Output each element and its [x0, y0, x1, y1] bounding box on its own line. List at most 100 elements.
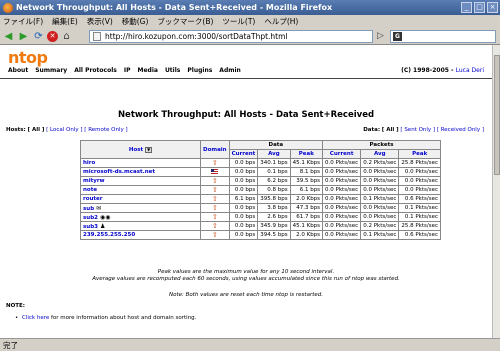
- menu-about[interactable]: About: [8, 67, 28, 74]
- note-peak: Peak values are the maximum value for an…: [157, 269, 335, 275]
- menu-all-protocols[interactable]: All Protocols: [74, 67, 117, 74]
- menu-file[interactable]: ファイル(F): [3, 16, 43, 27]
- cell-p_cur: 0.0 Pkts/sec: [322, 221, 362, 231]
- go-icon[interactable]: ▷: [377, 31, 384, 41]
- host-cell[interactable]: hiro: [80, 158, 201, 168]
- menu-view[interactable]: 表示(V): [87, 16, 113, 27]
- host-link[interactable]: 239.255.255.250: [83, 232, 135, 238]
- domain-cell: ⇧: [200, 158, 230, 168]
- home-icon[interactable]: ⌂: [60, 30, 73, 43]
- cell-d_cur: 0.0 bps: [228, 212, 259, 222]
- url-text[interactable]: http://hiro.kozupon.com:3000/sortDataThp…: [105, 32, 288, 41]
- cell-d_cur: 0.0 bps: [228, 185, 259, 195]
- host-link[interactable]: hiro: [83, 160, 95, 166]
- ntop-logo[interactable]: ntop: [8, 48, 48, 67]
- menu-plugins[interactable]: Plugins: [187, 67, 212, 74]
- cell-p_avg: 0.0 Pkts/sec: [360, 176, 400, 186]
- host-link[interactable]: sub2: [83, 215, 98, 221]
- menu-help[interactable]: ヘルプ(H): [264, 16, 298, 27]
- local-domain-icon: ⇧: [211, 185, 218, 194]
- cell-d_avg: 0.8 bps: [257, 185, 291, 195]
- host-cell[interactable]: mityrw: [80, 176, 201, 186]
- url-bar[interactable]: http://hiro.kozupon.com:3000/sortDataThp…: [89, 30, 373, 43]
- host-cell[interactable]: sub2 ◉◉: [80, 212, 201, 222]
- host-link[interactable]: microsoft-ds.mcast.net: [83, 169, 155, 175]
- status-bar: 完了: [0, 338, 500, 351]
- domain-cell: ⇧: [200, 203, 230, 213]
- cell-d_peak: 45.1 Kbps: [289, 221, 324, 231]
- col-host[interactable]: Host ▼: [80, 140, 201, 159]
- vertical-scrollbar[interactable]: [492, 45, 500, 338]
- cell-d_avg: 6.2 bps: [257, 176, 291, 186]
- author-link[interactable]: Luca Deri: [456, 67, 484, 74]
- cell-p_cur: 0.0 Pkts/sec: [322, 194, 362, 204]
- window-controls: _ □ ×: [461, 2, 498, 13]
- note-heading: NOTE:: [6, 303, 25, 309]
- host-cell[interactable]: sub3 ♟: [80, 221, 201, 231]
- data-sent-link[interactable]: [ Sent Only ]: [400, 127, 435, 133]
- host-cell[interactable]: router: [80, 194, 201, 204]
- host-cell[interactable]: sub ✉: [80, 203, 201, 213]
- menu-media[interactable]: Media: [137, 67, 157, 74]
- host-cell[interactable]: microsoft-ds.mcast.net: [80, 167, 201, 177]
- cell-d_avg: 345.9 bps: [257, 221, 291, 231]
- hosts-local-link[interactable]: [ Local Only ]: [46, 127, 82, 133]
- domain-cell: ⇧: [200, 221, 230, 231]
- divider: [0, 78, 492, 79]
- host-link[interactable]: router: [83, 196, 102, 202]
- window-titlebar: Network Throughput: All Hosts - Data Sen…: [0, 0, 500, 15]
- cell-p_peak: 0.1 Pkts/sec: [398, 203, 442, 213]
- maximize-button[interactable]: □: [474, 2, 485, 13]
- menu-tools[interactable]: ツール(T): [222, 16, 255, 27]
- col-pkts-current[interactable]: Current: [322, 149, 362, 159]
- col-data-avg[interactable]: Avg: [257, 149, 291, 159]
- menu-go[interactable]: 移動(G): [122, 16, 149, 27]
- menu-utils[interactable]: Utils: [165, 67, 180, 74]
- search-box[interactable]: G: [390, 30, 496, 43]
- host-cell[interactable]: 239.255.255.250: [80, 230, 201, 240]
- menu-ip[interactable]: IP: [124, 67, 131, 74]
- status-text: 完了: [3, 340, 18, 350]
- col-data-current[interactable]: Current: [228, 149, 259, 159]
- cell-d_cur: 0.0 bps: [228, 203, 259, 213]
- group-data: Data: [228, 140, 324, 150]
- note-item-text: for more information about host and doma…: [49, 315, 197, 321]
- minimize-button[interactable]: _: [461, 2, 472, 13]
- col-pkts-peak[interactable]: Peak: [398, 149, 442, 159]
- col-domain[interactable]: Domain: [200, 140, 230, 159]
- host-link[interactable]: note: [83, 187, 97, 193]
- copyright: (C) 1998-2005 - Luca Deri: [401, 67, 484, 74]
- menu-admin[interactable]: Admin: [219, 67, 241, 74]
- domain-cell: ⇧: [200, 212, 230, 222]
- cell-p_cur: 0.0 Pkts/sec: [322, 167, 362, 177]
- scrollbar-thumb[interactable]: [494, 55, 500, 175]
- menu-bookmarks[interactable]: ブックマーク(B): [157, 16, 213, 27]
- host-link[interactable]: sub3: [83, 224, 98, 230]
- host-link[interactable]: sub: [83, 206, 94, 212]
- local-domain-icon: ⇧: [211, 212, 218, 221]
- domain-cell: ⇧: [200, 194, 230, 204]
- throughput-table: Host ▼ Domain Data Packets Current Avg P…: [80, 140, 442, 240]
- click-here-link[interactable]: Click here: [22, 315, 49, 321]
- hosts-remote-link[interactable]: [ Remote Only ]: [84, 127, 127, 133]
- col-data-peak[interactable]: Peak: [289, 149, 324, 159]
- local-domain-icon: ⇧: [211, 176, 218, 185]
- cell-d_cur: 0.0 bps: [228, 176, 259, 186]
- close-button[interactable]: ×: [487, 2, 498, 13]
- data-received-link[interactable]: [ Received Only ]: [437, 127, 484, 133]
- host-cell[interactable]: note: [80, 185, 201, 195]
- table-row: 239.255.255.250 ⇧ 0.0 bps 394.5 bps 2.0 Kbps…: [80, 230, 442, 240]
- notes: Peak values are the maximum value for an…: [0, 269, 492, 283]
- stop-icon[interactable]: ✕: [47, 30, 58, 42]
- menu-edit[interactable]: 編集(E): [52, 16, 78, 27]
- menu-summary[interactable]: Summary: [35, 67, 67, 74]
- cell-d_peak: 6.1 bps: [289, 185, 324, 195]
- sort-icon[interactable]: ▼: [145, 146, 153, 153]
- back-arrow-icon[interactable]: ◀: [2, 30, 15, 43]
- forward-arrow-icon[interactable]: ▶: [17, 30, 30, 43]
- host-link[interactable]: mityrw: [83, 178, 105, 184]
- google-search-icon[interactable]: G: [393, 32, 402, 41]
- domain-cell: ⇧: [200, 185, 230, 195]
- reload-icon[interactable]: ⟳: [32, 30, 45, 43]
- col-pkts-avg[interactable]: Avg: [360, 149, 400, 159]
